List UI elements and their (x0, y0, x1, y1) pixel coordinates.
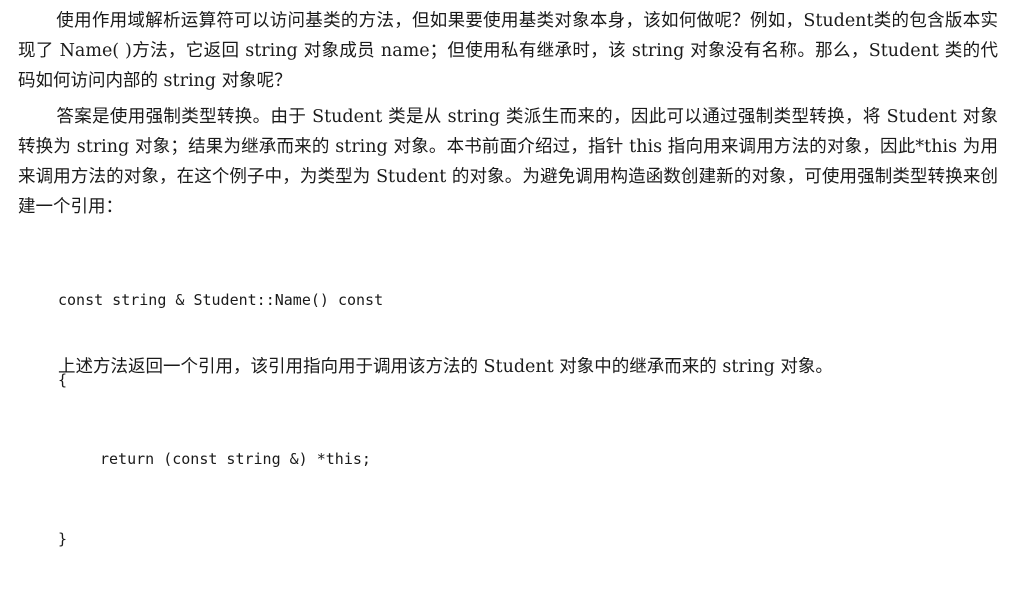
paragraph-conclusion-text: 上述方法返回一个引用，该引用指向用于调用该方法的 Student 对象中的继承而… (58, 357, 833, 377)
code-line: const string & Student::Name() const (58, 291, 384, 309)
code-block: const string & Student::Name() const { r… (58, 234, 383, 605)
code-line: return (const string &) *this; (100, 450, 371, 468)
document-page: 使用作用域解析运算符可以访问基类的方法，但如果要使用基类对象本身，该如何做呢？例… (0, 0, 1011, 548)
code-line: } (58, 529, 68, 548)
paragraph-intro-text: 使用作用域解析运算符可以访问基类的方法，但如果要使用基类对象本身，该如何做呢？例… (18, 11, 998, 91)
paragraph-intro: 使用作用域解析运算符可以访问基类的方法，但如果要使用基类对象本身，该如何做呢？例… (18, 6, 998, 96)
paragraph-conclusion: 上述方法返回一个引用，该引用指向用于调用该方法的 Student 对象中的继承而… (58, 352, 998, 382)
paragraph-answer: 答案是使用强制类型转换。由于 Student 类是从 string 类派生而来的… (18, 102, 998, 222)
paragraph-answer-text: 答案是使用强制类型转换。由于 Student 类是从 string 类派生而来的… (18, 107, 998, 217)
